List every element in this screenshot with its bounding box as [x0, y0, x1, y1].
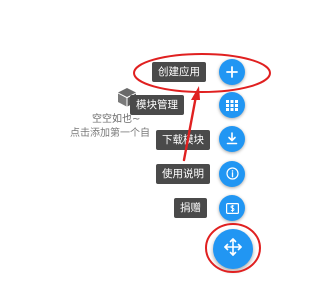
empty-state-hint: 点击添加第一个自: [70, 128, 150, 139]
donate-icon: [225, 199, 239, 218]
move-arrows-icon: [224, 238, 242, 260]
usage-guide-button[interactable]: [219, 161, 245, 187]
donate-button[interactable]: [219, 195, 245, 221]
usage-guide-label[interactable]: 使用说明: [156, 164, 210, 184]
grid-icon: [226, 96, 238, 115]
create-app-button[interactable]: [219, 59, 245, 85]
download-module-button[interactable]: [219, 126, 245, 152]
info-icon: [225, 165, 239, 184]
main-fab-button[interactable]: [213, 229, 253, 269]
plus-icon: [226, 63, 238, 82]
download-icon: [226, 130, 238, 149]
module-manage-button[interactable]: [219, 92, 245, 118]
create-app-label[interactable]: 创建应用: [152, 62, 206, 82]
download-module-label[interactable]: 下载模块: [156, 130, 210, 150]
donate-label[interactable]: 捐赠: [174, 198, 207, 218]
module-manage-label[interactable]: 模块管理: [130, 95, 184, 115]
